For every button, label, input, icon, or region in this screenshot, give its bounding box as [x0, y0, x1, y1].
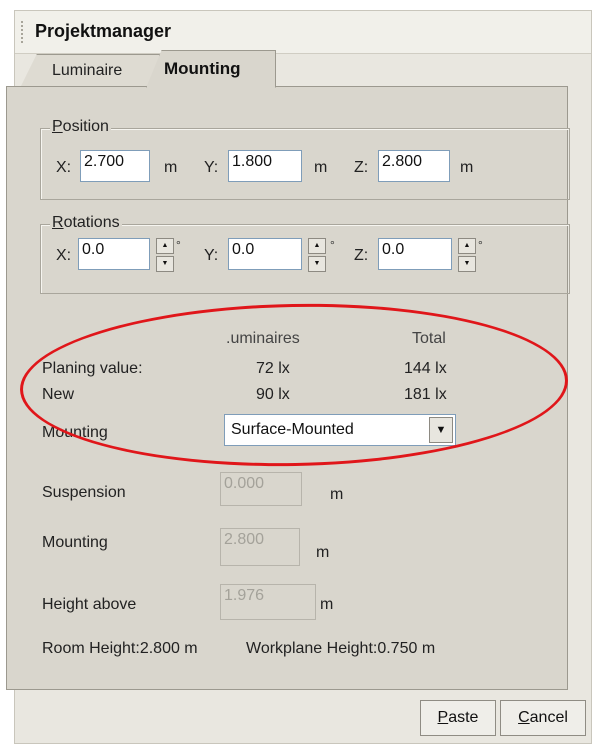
- rotation-x-spin-icon[interactable]: ▲ ▼: [156, 238, 174, 272]
- rotation-z-spin-icon[interactable]: ▲ ▼: [458, 238, 476, 272]
- spin-down-icon: ▼: [308, 256, 326, 272]
- mounting-type-label: Mounting: [42, 424, 108, 441]
- cancel-button[interactable]: Cancel: [500, 700, 586, 736]
- position-z-label: Z:: [354, 159, 369, 176]
- suspension-input: 0.000: [220, 472, 302, 506]
- tab-luminaire-label[interactable]: Luminaire: [52, 62, 122, 80]
- rotations-group-label-rest: otations: [63, 214, 120, 231]
- summary-row-label: Planing value:: [42, 360, 143, 377]
- position-x-label: X:: [56, 159, 72, 176]
- position-z-unit: m: [460, 159, 474, 176]
- summary-row-total: 144 lx: [404, 360, 447, 377]
- mounting-type-select[interactable]: Surface-Mounted ▼: [224, 414, 456, 446]
- spin-up-icon: ▲: [308, 238, 326, 254]
- spin-down-icon: ▼: [458, 256, 476, 272]
- summary-row-luminaires: 90 lx: [256, 386, 290, 403]
- position-group-label: Position: [50, 118, 111, 136]
- rotations-group-label: Rotations: [50, 214, 122, 232]
- mounting-type-value: Surface-Mounted: [231, 421, 354, 438]
- mounting-height-label: Mounting: [42, 534, 108, 551]
- position-y-unit: m: [314, 159, 328, 176]
- rotation-y-input[interactable]: 0.0: [228, 238, 302, 270]
- paste-button[interactable]: Paste: [420, 700, 496, 736]
- summary-row-total: 181 lx: [404, 386, 447, 403]
- spin-up-icon: ▲: [458, 238, 476, 254]
- rotation-z-input[interactable]: 0.0: [378, 238, 452, 270]
- rotation-y-label: Y:: [204, 247, 219, 264]
- rotation-x-input[interactable]: 0.0: [78, 238, 150, 270]
- summary-col-luminaires: .uminaires: [226, 330, 300, 347]
- rotation-x-deg: °: [176, 238, 181, 252]
- window-title: Projektmanager: [35, 21, 172, 41]
- position-z-input[interactable]: 2.800: [378, 150, 450, 182]
- summary-col-total: Total: [412, 330, 446, 347]
- position-x-unit: m: [164, 159, 178, 176]
- cancel-button-label-rest: ancel: [529, 709, 568, 726]
- height-above-label: Height above: [42, 596, 137, 613]
- position-y-label: Y:: [204, 159, 219, 176]
- workplane-height-info: Workplane Height:0.750 m: [246, 640, 436, 657]
- grip-icon[interactable]: [21, 21, 23, 43]
- room-height-info: Room Height:2.800 m: [42, 640, 198, 657]
- suspension-unit: m: [330, 486, 344, 503]
- position-group-label-rest: osition: [62, 118, 109, 135]
- summary-row-label: New: [42, 386, 75, 403]
- spin-up-icon: ▲: [156, 238, 174, 254]
- rotation-x-label: X:: [56, 247, 72, 264]
- position-x-input[interactable]: 2.700: [80, 150, 150, 182]
- paste-button-label-rest: aste: [448, 709, 479, 726]
- tab-mounting-label[interactable]: Mounting: [164, 59, 240, 79]
- title-bar: Projektmanager: [15, 11, 591, 54]
- summary-row-luminaires: 72 lx: [256, 360, 290, 377]
- rotation-z-label: Z:: [354, 247, 369, 264]
- rotation-y-spin-icon[interactable]: ▲ ▼: [308, 238, 326, 272]
- position-y-input[interactable]: 1.800: [228, 150, 302, 182]
- mounting-height-unit: m: [316, 544, 330, 561]
- rotation-y-deg: °: [330, 238, 335, 252]
- spin-down-icon: ▼: [156, 256, 174, 272]
- rotation-z-deg: °: [478, 238, 483, 252]
- height-above-input: 1.976: [220, 584, 316, 620]
- suspension-label: Suspension: [42, 484, 126, 501]
- mounting-height-input: 2.800: [220, 528, 300, 566]
- chevron-down-icon[interactable]: ▼: [429, 417, 453, 443]
- height-above-unit: m: [320, 596, 334, 613]
